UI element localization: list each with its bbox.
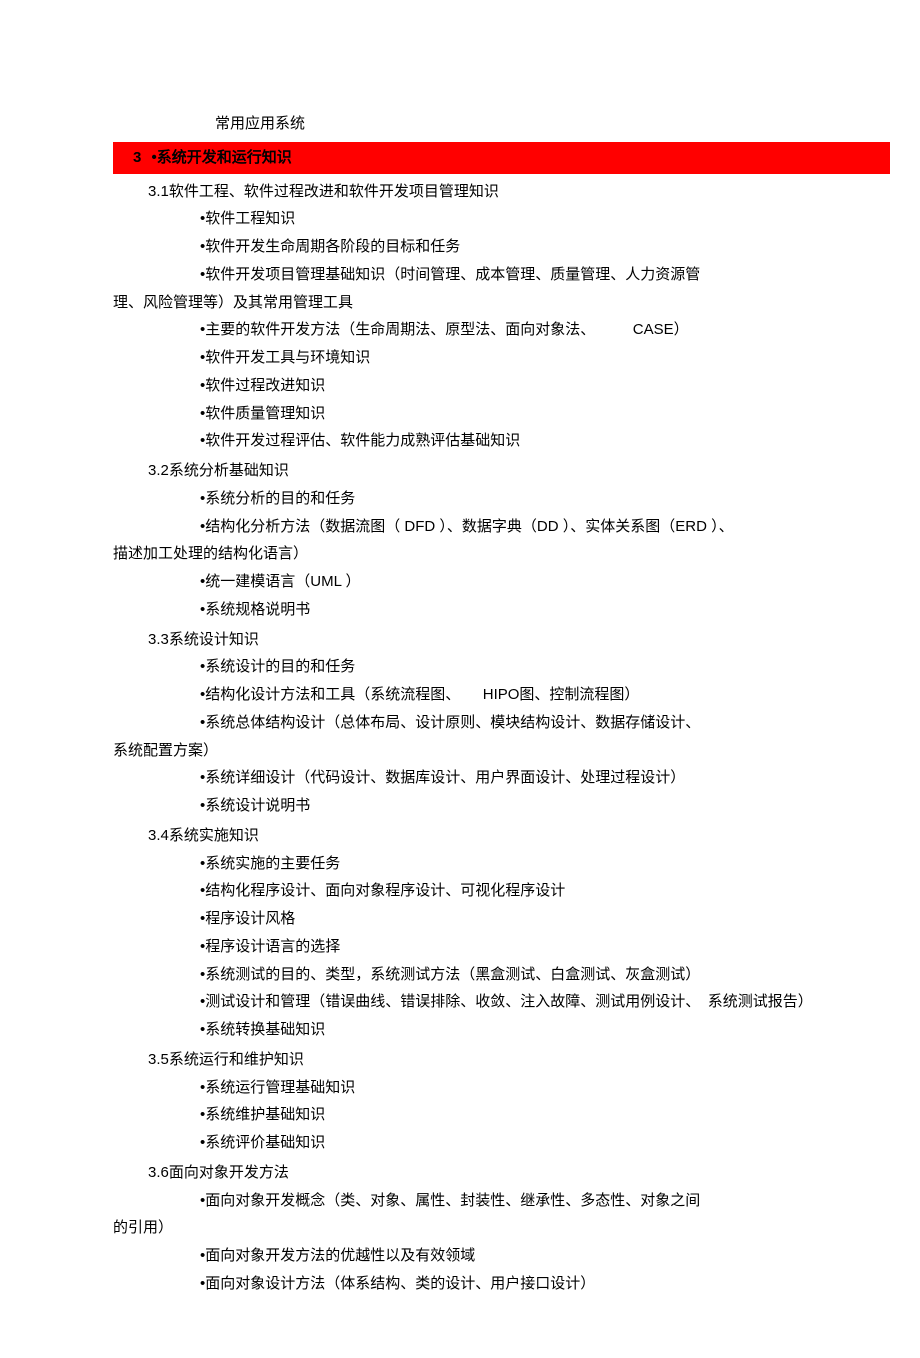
bullet-3-3-4: •系统详细设计（代码设计、数据库设计、用户界面设计、处理过程设计）	[200, 764, 920, 792]
bullet-3-6-3: •面向对象设计方法（体系结构、类的设计、用户接口设计）	[200, 1270, 920, 1298]
bullet-3-1-8: •软件开发过程评估、软件能力成熟评估基础知识	[200, 427, 920, 455]
bullet-3-3-3a: •系统总体结构设计（总体布局、设计原则、模块结构设计、数据存储设计、	[200, 709, 920, 737]
bullet-3-1-5: •软件开发工具与环境知识	[200, 344, 920, 372]
bullet-3-2-4: •系统规格说明书	[200, 596, 920, 624]
bullet-3-1-3b: 理、风险管理等）及其常用管理工具	[113, 289, 920, 317]
bullet-3-6-1b: 的引用）	[113, 1214, 920, 1242]
heading-3-1: 3.1软件工程、软件过程改进和软件开发项目管理知识	[148, 178, 920, 206]
heading-3-5: 3.5系统运行和维护知识	[148, 1046, 920, 1074]
bullet-3-5-2: •系统维护基础知识	[200, 1101, 920, 1129]
bullet-3-4-2: •结构化程序设计、面向对象程序设计、可视化程序设计	[200, 877, 920, 905]
bullet-3-2-2b: 描述加工处理的结构化语言）	[113, 540, 920, 568]
heading-3-3: 3.3系统设计知识	[148, 626, 920, 654]
section-3-title: •系统开发和运行知识	[152, 149, 292, 166]
bullet-3-1-2: •软件开发生命周期各阶段的目标和任务	[200, 233, 920, 261]
bullet-3-3-5: •系统设计说明书	[200, 792, 920, 820]
bullet-3-1-6: •软件过程改进知识	[200, 372, 920, 400]
bullet-3-4-6: •测试设计和管理（错误曲线、错误排除、收敛、注入故障、测试用例设计、 系统测试报…	[200, 988, 920, 1016]
bullet-3-6-2: •面向对象开发方法的优越性以及有效领域	[200, 1242, 920, 1270]
heading-3-4: 3.4系统实施知识	[148, 822, 920, 850]
bullet-3-4-3: •程序设计风格	[200, 905, 920, 933]
bullet-3-4-5: •系统测试的目的、类型，系统测试方法（黑盒测试、白盒测试、灰盒测试）	[200, 961, 920, 989]
bullet-3-1-7: •软件质量管理知识	[200, 400, 920, 428]
bullet-3-4-4: •程序设计语言的选择	[200, 933, 920, 961]
bullet-3-6-1a: •面向对象开发概念（类、对象、属性、封装性、继承性、多态性、对象之间	[200, 1187, 920, 1215]
bullet-3-5-3: •系统评价基础知识	[200, 1129, 920, 1157]
section-3-header: 3 •系统开发和运行知识	[113, 142, 890, 174]
heading-3-6: 3.6面向对象开发方法	[148, 1159, 920, 1187]
heading-3-2: 3.2系统分析基础知识	[148, 457, 920, 485]
bullet-3-3-3b: 系统配置方案）	[113, 737, 920, 765]
bullet-3-4-1: •系统实施的主要任务	[200, 850, 920, 878]
intro-text: 常用应用系统	[215, 110, 920, 138]
bullet-3-2-3: •统一建模语言（UML ）	[200, 568, 920, 596]
section-3-number: 3	[133, 149, 141, 166]
bullet-3-1-1: •软件工程知识	[200, 205, 920, 233]
bullet-3-3-1: •系统设计的目的和任务	[200, 653, 920, 681]
bullet-3-5-1: •系统运行管理基础知识	[200, 1074, 920, 1102]
bullet-3-1-4: •主要的软件开发方法（生命周期法、原型法、面向对象法、 CASE）	[200, 316, 920, 344]
bullet-3-3-2: •结构化设计方法和工具（系统流程图、 HIPO图、控制流程图）	[200, 681, 920, 709]
bullet-3-2-1: •系统分析的目的和任务	[200, 485, 920, 513]
bullet-3-4-7: •系统转换基础知识	[200, 1016, 920, 1044]
bullet-3-1-3a: •软件开发项目管理基础知识（时间管理、成本管理、质量管理、人力资源管	[200, 261, 920, 289]
bullet-3-2-2a: •结构化分析方法（数据流图（ DFD ）、数据字典（DD ）、实体关系图（ERD…	[200, 513, 920, 541]
